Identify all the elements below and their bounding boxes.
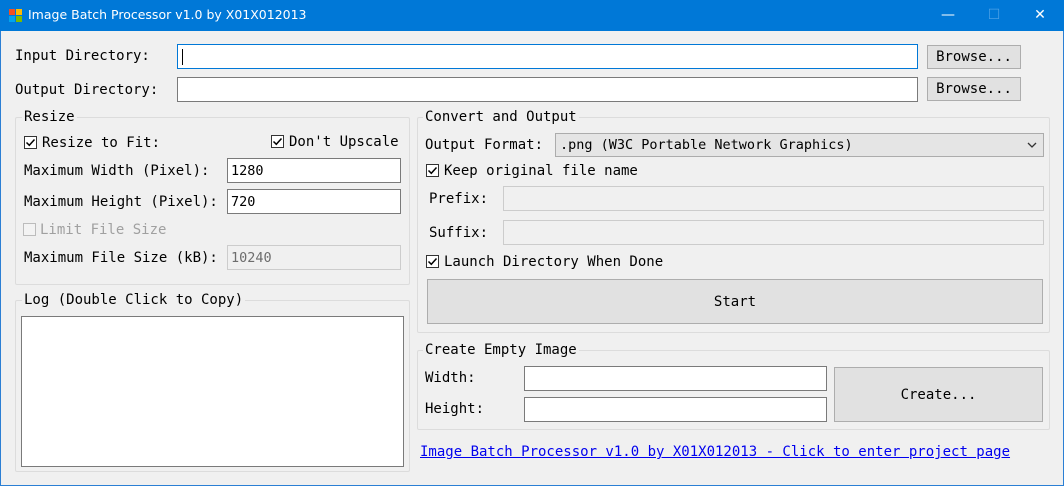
input-directory-field[interactable] (177, 44, 918, 69)
resize-to-fit-checkbox[interactable] (24, 136, 37, 149)
suffix-label: Suffix: (429, 225, 489, 241)
convert-output-group-title: Convert and Output (423, 109, 579, 125)
create-empty-group-title: Create Empty Image (423, 342, 579, 358)
check-icon (427, 257, 438, 266)
text-caret (182, 49, 183, 65)
width-field[interactable] (524, 366, 827, 391)
suffix-field[interactable] (503, 220, 1044, 245)
max-height-field[interactable]: 720 (227, 189, 401, 214)
limit-file-size-label: Limit File Size (40, 222, 167, 238)
close-button[interactable]: ✕ (1017, 0, 1063, 31)
launch-directory-checkbox[interactable] (426, 255, 439, 268)
limit-file-size-checkbox[interactable] (23, 223, 36, 236)
launch-directory-label: Launch Directory When Done (444, 254, 664, 270)
output-format-label: Output Format: (425, 137, 544, 153)
input-browse-button[interactable]: Browse... (927, 45, 1021, 69)
dont-upscale-label: Don't Upscale (289, 134, 399, 150)
minimize-button[interactable]: — (925, 0, 971, 31)
create-button[interactable]: Create... (834, 367, 1043, 422)
window-title: Image Batch Processor v1.0 by X01X012013 (28, 7, 307, 22)
app-icon (9, 9, 23, 23)
output-format-select[interactable]: .png (W3C Portable Network Graphics) (555, 133, 1044, 157)
check-icon (25, 138, 36, 147)
width-label: Width: (425, 370, 476, 386)
dont-upscale-checkbox[interactable] (271, 135, 284, 148)
output-browse-button[interactable]: Browse... (927, 77, 1021, 101)
prefix-label: Prefix: (429, 191, 489, 207)
log-group-title: Log (Double Click to Copy) (22, 292, 246, 308)
resize-to-fit-label: Resize to Fit: (42, 135, 161, 151)
check-icon (272, 137, 283, 146)
output-directory-field[interactable] (177, 77, 918, 102)
output-directory-label: Output Directory: (15, 82, 159, 98)
input-directory-label: Input Directory: (15, 48, 150, 64)
keep-name-label: Keep original file name (444, 163, 638, 179)
max-file-size-label: Maximum File Size (kB): (24, 250, 218, 266)
prefix-field[interactable] (503, 186, 1044, 211)
check-icon (427, 166, 438, 175)
log-textbox[interactable] (21, 316, 404, 467)
max-height-label: Maximum Height (Pixel): (24, 194, 218, 210)
resize-group-title: Resize (22, 109, 77, 125)
chevron-down-icon (1027, 142, 1037, 148)
project-page-link[interactable]: Image Batch Processor v1.0 by X01X012013… (420, 444, 1010, 460)
max-width-label: Maximum Width (Pixel): (24, 163, 210, 179)
start-button[interactable]: Start (427, 279, 1043, 324)
height-label: Height: (425, 401, 485, 417)
maximize-button[interactable]: ☐ (971, 0, 1017, 31)
max-file-size-field[interactable]: 10240 (227, 245, 401, 270)
keep-name-checkbox[interactable] (426, 164, 439, 177)
max-width-field[interactable]: 1280 (227, 158, 401, 183)
height-field[interactable] (524, 397, 827, 422)
